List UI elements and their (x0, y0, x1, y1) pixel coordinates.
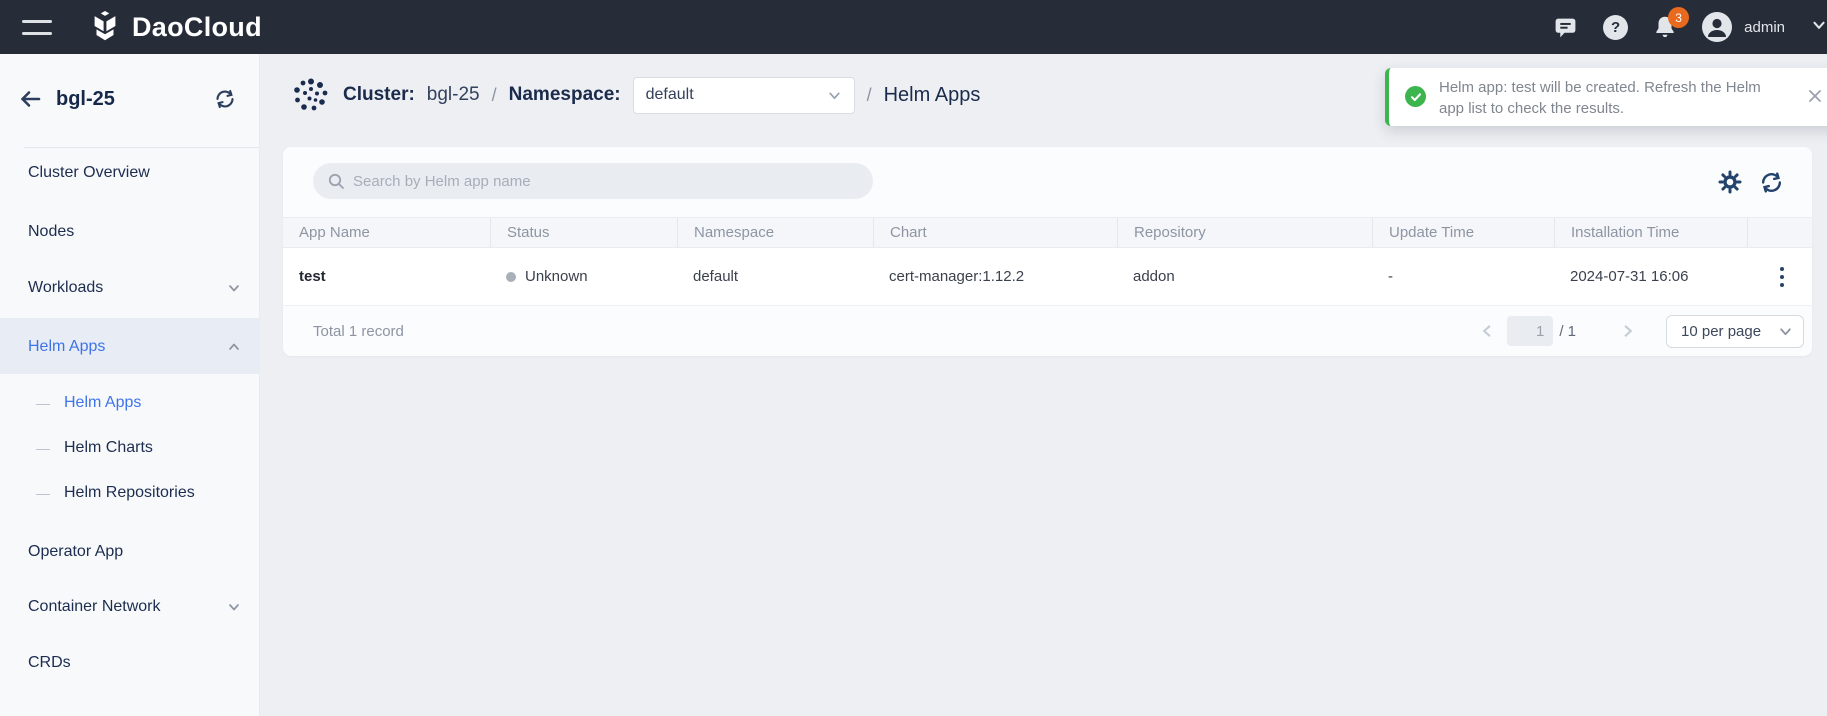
back-arrow-icon (18, 87, 42, 111)
column-header-chart: Chart (873, 218, 1117, 247)
toast-message: Helm app: test will be created. Refresh … (1439, 77, 1769, 119)
table-toolbar (283, 147, 1812, 217)
total-records: Total 1 record (313, 323, 404, 340)
sidebar-item-workloads[interactable]: Workloads (0, 268, 259, 308)
breadcrumb-separator: / (867, 85, 872, 106)
cell-actions (1747, 248, 1812, 305)
cell-update-time: - (1372, 248, 1554, 305)
sidebar-cluster-name: bgl-25 (56, 88, 115, 111)
subitem-dash: — (36, 440, 50, 456)
page-total: / 1 (1559, 323, 1576, 340)
sidebar-item-container-network[interactable]: Container Network (0, 587, 259, 627)
per-page-select[interactable]: 10 per page (1666, 315, 1804, 348)
breadcrumb-cluster-value: bgl-25 (427, 84, 480, 106)
column-header-update-time: Update Time (1372, 218, 1554, 247)
notification-badge: 3 (1668, 7, 1689, 28)
avatar (1702, 12, 1732, 42)
sidebar-subitem-helm-repositories[interactable]: — Helm Repositories (0, 476, 259, 510)
cell-repository: addon (1117, 248, 1372, 305)
content-card: App Name Status Namespace Chart Reposito… (283, 147, 1812, 356)
namespace-select-value: default (646, 86, 694, 104)
brand: DaoCloud (88, 10, 262, 44)
column-header-repository: Repository (1117, 218, 1372, 247)
success-check-icon (1405, 86, 1426, 107)
table-footer: Total 1 record / 1 10 per page (283, 306, 1812, 356)
switch-cluster-button[interactable] (213, 87, 237, 111)
chat-icon (1552, 15, 1579, 40)
sidebar-item-nodes[interactable]: Nodes (0, 212, 259, 252)
next-page-button[interactable] (1616, 319, 1640, 343)
sidebar-subitem-helm-charts[interactable]: — Helm Charts (0, 431, 259, 465)
sidebar-item-operator-app[interactable]: Operator App (0, 532, 259, 572)
user-menu-chevron-icon[interactable] (1811, 17, 1827, 38)
main-content: Cluster: bgl-25 / Namespace: default / H… (260, 54, 1827, 716)
search-icon (327, 172, 345, 190)
sidebar-subitem-helm-apps[interactable]: — Helm Apps (0, 386, 259, 420)
page-input[interactable] (1507, 316, 1553, 346)
chevron-down-icon (227, 600, 241, 614)
hamburger-menu-icon[interactable] (22, 17, 52, 37)
sync-icon (213, 87, 237, 111)
chevron-down-icon (1778, 324, 1793, 339)
cell-app-name: test (283, 248, 490, 305)
column-header-actions (1747, 218, 1812, 247)
breadcrumb-namespace-label: Namespace: (509, 84, 621, 106)
cluster-icon (293, 77, 329, 113)
sidebar-item-cluster-overview[interactable]: Cluster Overview (0, 153, 259, 193)
page-title: Helm Apps (884, 84, 981, 107)
search-input[interactable] (353, 173, 833, 190)
per-page-value: 10 per page (1681, 323, 1761, 340)
back-button[interactable] (18, 87, 42, 111)
sidebar-item-crds[interactable]: CRDs (0, 643, 259, 683)
refresh-icon (1759, 170, 1784, 195)
user-name: admin (1744, 19, 1785, 36)
brand-name: DaoCloud (132, 12, 262, 43)
row-actions-kebab-icon[interactable] (1765, 260, 1799, 294)
cell-namespace: default (677, 248, 873, 305)
chevron-up-icon (227, 340, 241, 354)
topbar: DaoCloud ? 3 (0, 0, 1827, 54)
column-header-status: Status (490, 218, 677, 247)
pagination: / 1 10 per page (1475, 315, 1804, 348)
cell-installation-time: 2024-07-31 16:06 (1554, 248, 1747, 305)
notifications-button[interactable]: 3 (1652, 14, 1678, 40)
breadcrumb-separator: / (492, 85, 497, 106)
user-menu[interactable] (1702, 12, 1732, 42)
subitem-dash: — (36, 485, 50, 501)
help-button[interactable]: ? (1603, 15, 1628, 40)
refresh-button[interactable] (1759, 170, 1784, 195)
toast-notification: Helm app: test will be created. Refresh … (1385, 68, 1827, 126)
status-text: Unknown (525, 268, 588, 285)
status-dot-icon (506, 272, 516, 282)
sidebar-divider (24, 147, 259, 148)
toast-close-button[interactable] (1807, 88, 1823, 104)
prev-page-button[interactable] (1475, 319, 1499, 343)
table-row: test Unknown default cert-manager:1.12.2… (283, 248, 1812, 306)
breadcrumb-cluster-label: Cluster: (343, 84, 415, 106)
cell-chart: cert-manager:1.12.2 (873, 248, 1117, 305)
chevron-down-icon (227, 281, 241, 295)
chevron-right-icon (1620, 323, 1636, 339)
column-header-installation-time: Installation Time (1554, 218, 1747, 247)
subitem-dash: — (36, 395, 50, 411)
daocloud-logo-icon (88, 10, 122, 44)
sidebar-item-helm-apps[interactable]: Helm Apps (0, 327, 259, 367)
search-field (313, 163, 873, 199)
chevron-left-icon (1479, 323, 1495, 339)
column-header-namespace: Namespace (677, 218, 873, 247)
breadcrumb: Cluster: bgl-25 / Namespace: default / H… (293, 74, 980, 116)
column-header-app-name: App Name (283, 218, 490, 247)
help-icon: ? (1603, 15, 1628, 40)
gear-icon (1718, 170, 1742, 194)
sidebar-header: bgl-25 (0, 74, 259, 124)
chevron-down-icon (827, 88, 842, 103)
table-header: App Name Status Namespace Chart Reposito… (283, 217, 1812, 248)
namespace-select[interactable]: default (633, 77, 855, 114)
close-icon (1807, 88, 1823, 104)
messages-button[interactable] (1552, 15, 1579, 40)
settings-button[interactable] (1718, 170, 1742, 194)
cell-status: Unknown (490, 248, 677, 305)
sidebar: bgl-25 Cluster Overview Nodes Workloads … (0, 54, 260, 716)
